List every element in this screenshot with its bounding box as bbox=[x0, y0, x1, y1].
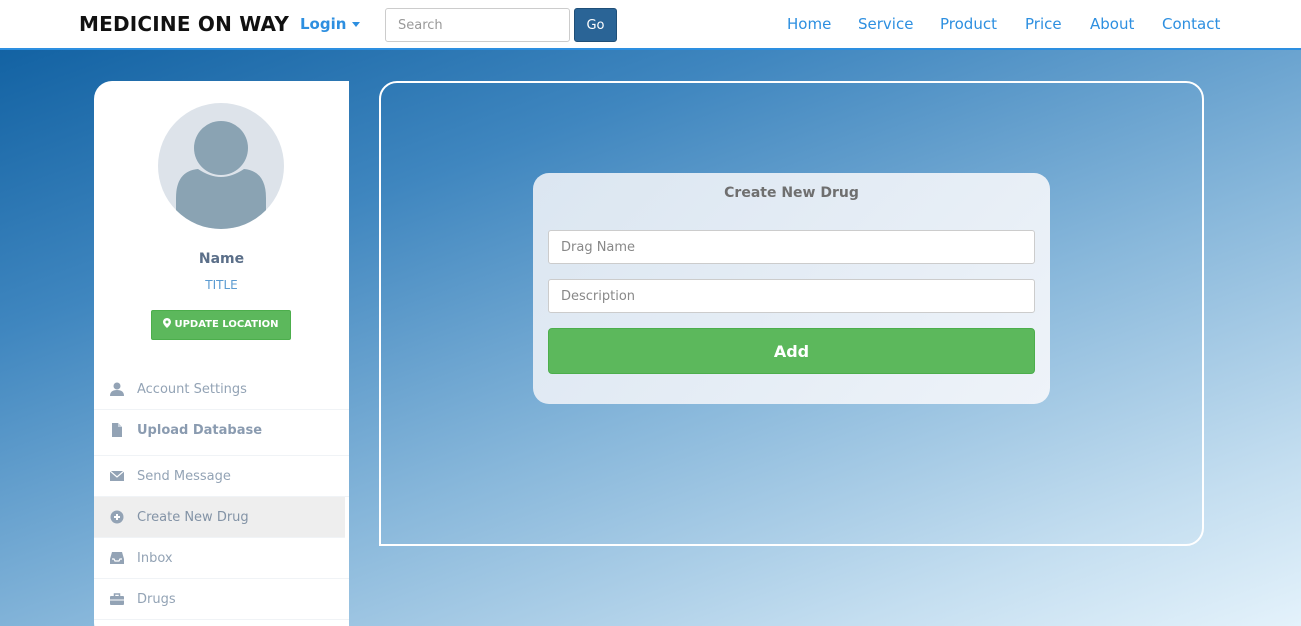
sidebar-item-label: Send Message bbox=[137, 469, 231, 484]
create-drug-form: Create New Drug Add bbox=[533, 173, 1050, 404]
nav-link-service[interactable]: Service bbox=[858, 15, 913, 33]
nav-link-price[interactable]: Price bbox=[1025, 15, 1062, 33]
user-icon bbox=[110, 382, 124, 396]
nav-links: Home Service Product Price About Contact bbox=[0, 15, 1301, 35]
sidebar-item-label: Account Settings bbox=[137, 382, 247, 397]
sidebar-item-create-new-drug[interactable]: Create New Drug bbox=[94, 497, 345, 538]
nav-link-home[interactable]: Home bbox=[787, 15, 831, 33]
sidebar-item-account-settings[interactable]: Account Settings bbox=[94, 369, 349, 410]
update-location-label: UPDATE LOCATION bbox=[174, 319, 279, 330]
add-button[interactable]: Add bbox=[548, 328, 1035, 374]
avatar bbox=[158, 103, 284, 229]
profile-sidebar: Name TITLE UPDATE LOCATION Account Setti… bbox=[94, 81, 349, 626]
nav-link-contact[interactable]: Contact bbox=[1162, 15, 1220, 33]
inbox-icon bbox=[110, 552, 124, 564]
map-marker-icon bbox=[163, 318, 172, 328]
nav-link-product[interactable]: Product bbox=[940, 15, 997, 33]
file-icon bbox=[112, 423, 122, 437]
form-title: Create New Drug bbox=[724, 185, 859, 201]
sidebar-item-label: Upload Database bbox=[137, 423, 263, 438]
sidebar-item-upload-database[interactable]: Upload Database bbox=[94, 410, 349, 456]
briefcase-icon bbox=[110, 593, 124, 605]
profile-title: TITLE bbox=[205, 278, 238, 292]
update-location-button[interactable]: UPDATE LOCATION bbox=[151, 310, 291, 340]
profile-name: Name bbox=[198, 251, 245, 267]
envelope-icon bbox=[110, 470, 124, 481]
sidebar-item-label: Create New Drug bbox=[137, 510, 249, 525]
sidebar-item-drugs[interactable]: Drugs bbox=[94, 579, 349, 620]
drug-name-input[interactable] bbox=[548, 230, 1035, 264]
nav-link-about[interactable]: About bbox=[1090, 15, 1134, 33]
sidebar-item-label: Inbox bbox=[137, 551, 173, 566]
user-avatar-icon bbox=[176, 121, 266, 229]
sidebar-menu: Account Settings Upload Database Send Me… bbox=[94, 369, 349, 620]
top-navbar: MEDICINE ON WAY Login Go Home Service Pr… bbox=[0, 0, 1301, 50]
sidebar-item-send-message[interactable]: Send Message bbox=[94, 456, 349, 497]
plus-circle-icon bbox=[110, 510, 124, 524]
description-input[interactable] bbox=[548, 279, 1035, 313]
sidebar-item-inbox[interactable]: Inbox bbox=[94, 538, 349, 579]
sidebar-item-label: Drugs bbox=[137, 592, 176, 607]
